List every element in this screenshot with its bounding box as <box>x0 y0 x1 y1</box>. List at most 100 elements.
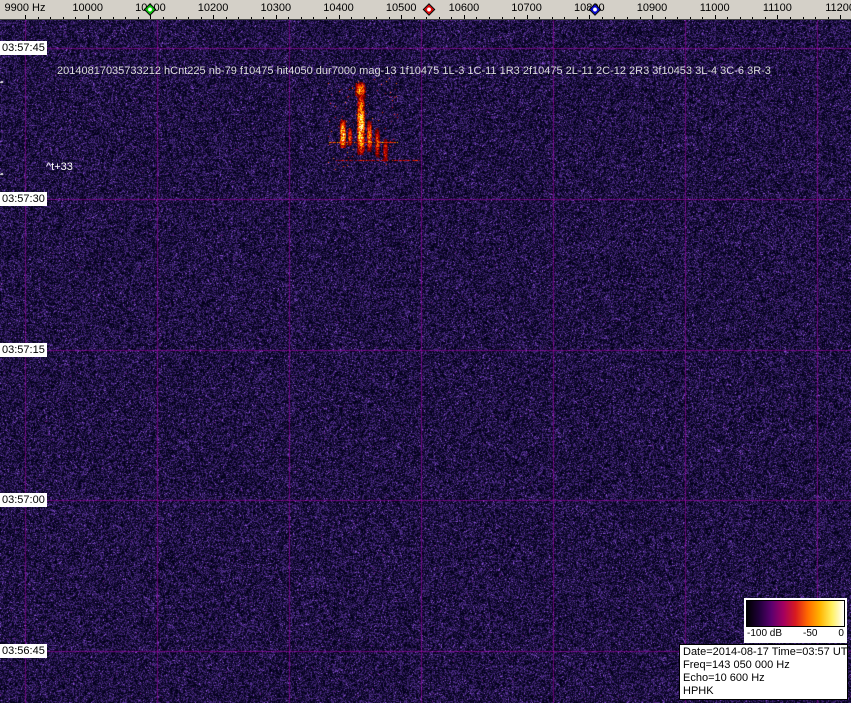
frequency-axis: 9900 Hz100001010010200103001040010500106… <box>0 0 851 20</box>
freq-tick-minor <box>137 17 139 19</box>
freq-tick-minor <box>376 17 378 19</box>
freq-tick-minor <box>639 17 641 19</box>
freq-tick-minor <box>263 17 265 19</box>
time-axis-label: 03:57:45 <box>0 41 47 55</box>
info-line: Echo=10 600 Hz <box>683 672 765 684</box>
freq-tick-minor <box>300 17 302 19</box>
freq-tick-minor <box>188 17 189 19</box>
freq-tick-minor <box>100 17 102 19</box>
freq-tick-minor <box>539 17 541 19</box>
colorbar: -100 dB -50 0 <box>744 598 847 643</box>
freq-tick-minor <box>827 17 829 19</box>
freq-tick-major <box>526 15 528 19</box>
freq-tick-minor <box>451 17 453 19</box>
freq-tick-minor <box>288 17 290 19</box>
freq-tick-minor <box>125 17 127 19</box>
spectrogram-window: 9900 Hz100001010010200103001040010500106… <box>0 0 851 703</box>
freq-tick-minor <box>739 17 741 19</box>
freq-tick-minor <box>601 17 603 19</box>
freq-tick-minor <box>37 17 39 19</box>
freq-axis-label: 11100 <box>762 2 792 14</box>
time-axis-label: 03:56:45 <box>0 644 47 658</box>
freq-tick-minor <box>476 17 478 19</box>
freq-tick-minor <box>764 17 766 19</box>
freq-tick-minor <box>162 17 164 19</box>
freq-tick-minor <box>752 17 754 19</box>
freq-tick-major <box>87 15 89 19</box>
freq-tick-minor <box>363 17 365 19</box>
colorbar-gradient <box>746 600 845 627</box>
freq-tick-minor <box>626 17 628 19</box>
freq-tick-minor <box>313 17 315 19</box>
colorbar-labels: -100 dB -50 0 <box>746 627 845 641</box>
colorbar-label: 0 <box>838 628 844 639</box>
freq-axis-label: 10900 <box>636 2 668 14</box>
freq-tick-minor <box>112 17 114 19</box>
freq-tick-minor <box>351 17 352 19</box>
freq-tick-minor <box>62 17 64 19</box>
freq-tick-major <box>275 15 277 19</box>
freq-tick-minor <box>614 17 616 19</box>
freq-tick-minor <box>175 17 177 19</box>
freq-tick-minor <box>388 17 390 19</box>
time-axis-label: 03:57:30 <box>0 192 47 206</box>
spectrogram-area: 20140817035733212 hCnt225 nb-79 f10475 h… <box>0 20 851 703</box>
freq-axis-label: 10600 <box>448 2 480 14</box>
marker-diamond-red[interactable] <box>422 3 436 16</box>
freq-axis-label: 10000 <box>72 2 103 14</box>
info-line: Date=2014-08-17 Time=03:57 UTC <box>683 646 848 658</box>
freq-axis-label: 10200 <box>197 2 229 14</box>
colorbar-label: -50 <box>803 628 818 639</box>
info-line: Freq=143 050 000 Hz <box>683 659 790 671</box>
freq-tick-minor <box>413 17 415 19</box>
freq-tick-major <box>25 15 26 19</box>
freq-axis-label: 9900 Hz <box>4 2 46 14</box>
freq-tick-minor <box>225 17 227 19</box>
freq-tick-minor <box>802 17 804 19</box>
freq-tick-minor <box>815 17 816 19</box>
freq-tick-minor <box>789 17 791 19</box>
freq-tick-minor <box>238 17 240 19</box>
freq-tick-minor <box>489 17 490 19</box>
event-annotation: 20140817035733212 hCnt225 nb-79 f10475 h… <box>57 65 771 77</box>
freq-tick-major <box>338 15 340 19</box>
freq-tick-minor <box>514 17 516 19</box>
freq-tick-minor <box>702 17 704 19</box>
freq-tick-minor <box>50 17 52 19</box>
freq-tick-minor <box>200 17 202 19</box>
freq-axis-label: 10700 <box>511 2 542 14</box>
cursor-annotation: ^t+33 <box>46 161 73 173</box>
freq-tick-minor <box>426 17 428 19</box>
freq-tick-minor <box>551 17 553 19</box>
freq-axis-label: 11200 <box>825 2 851 14</box>
info-box: Date=2014-08-17 Time=03:57 UTC Freq=143 0… <box>679 644 848 700</box>
freq-tick-major <box>150 15 152 19</box>
freq-tick-major <box>213 15 215 19</box>
freq-axis-label: 10400 <box>323 2 354 14</box>
time-axis-label: 03:57:00 <box>0 493 47 507</box>
freq-tick-major <box>714 15 716 19</box>
spectrogram-canvas[interactable] <box>0 20 851 703</box>
freq-tick-minor <box>727 17 729 19</box>
freq-tick-minor <box>250 17 252 19</box>
colorbar-label: -100 dB <box>747 628 783 639</box>
freq-tick-major <box>401 15 403 19</box>
freq-axis-label: 10300 <box>260 2 292 14</box>
freq-axis-label: 11000 <box>699 2 730 14</box>
freq-tick-major <box>589 15 591 19</box>
freq-tick-major <box>652 15 653 19</box>
freq-tick-minor <box>326 17 327 19</box>
freq-tick-minor <box>75 17 77 19</box>
freq-axis-label: 10500 <box>385 2 417 14</box>
info-line: HPHK <box>683 685 714 697</box>
freq-tick-minor <box>501 17 503 19</box>
freq-tick-minor <box>664 17 666 19</box>
time-axis-label: 03:57:15 <box>0 343 47 357</box>
freq-tick-minor <box>677 17 679 19</box>
freq-tick-major <box>463 15 465 19</box>
freq-tick-minor <box>576 17 578 19</box>
freq-tick-major <box>777 15 779 19</box>
freq-tick-minor <box>438 17 440 19</box>
freq-tick-minor <box>564 17 566 19</box>
freq-tick-major <box>840 15 842 19</box>
